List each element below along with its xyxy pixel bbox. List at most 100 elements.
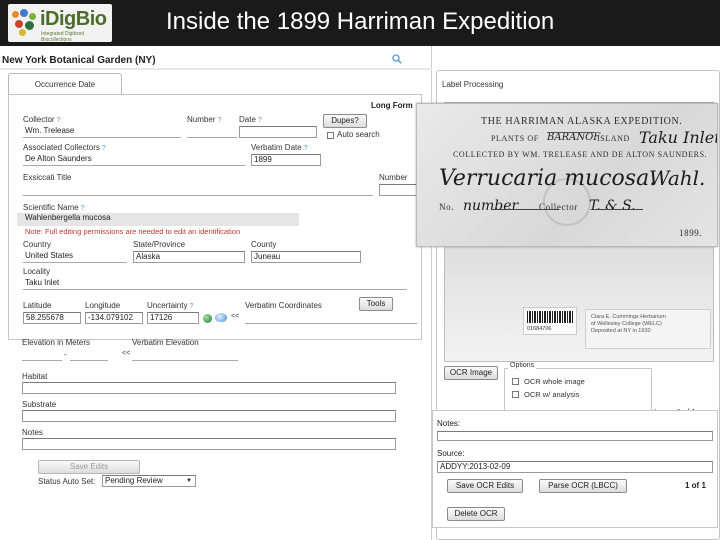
ocr-image-button[interactable]: OCR Image [444, 366, 498, 380]
date-input[interactable] [239, 126, 317, 138]
parse-ocr-button[interactable]: Parse OCR (LBCC) [539, 479, 627, 493]
label-underline [491, 209, 559, 210]
label-underline [547, 132, 595, 133]
notes-input[interactable] [22, 438, 396, 450]
collector-input[interactable]: Wm. Trelease [23, 126, 181, 138]
delete-ocr-button[interactable]: Delete OCR [447, 507, 505, 521]
tools-button[interactable]: Tools [359, 297, 393, 311]
locality-input[interactable]: Taku Inlet [23, 278, 407, 290]
verbatim-coordinates-label: Verbatim Coordinates [245, 301, 322, 310]
specimen-editor: New York Botanical Garden (NY) Occurrenc… [0, 46, 432, 540]
logo-tagline: Integrated Digitized Biocollections [41, 31, 85, 43]
ocr-whole-image-label: OCR whole image [524, 377, 585, 386]
barcode: 01684706 [523, 307, 577, 335]
ocr-whole-image-checkbox[interactable] [512, 378, 519, 385]
state-province-input[interactable]: Alaska [133, 251, 245, 263]
tab-occurrence-date[interactable]: Occurrence Date [8, 73, 122, 95]
number-input[interactable] [187, 126, 237, 138]
uncertainty-input[interactable]: 17126 [147, 312, 199, 324]
herbarium-line1: Clara E. Cummings Herbarium [591, 314, 666, 320]
label-no: No. [439, 202, 455, 212]
latitude-input[interactable]: 58.255678 [23, 312, 81, 324]
label-name-handwritten: Verrucaria mucosa. [439, 166, 657, 191]
ocr-notes-input[interactable] [437, 431, 713, 441]
label-collector: Collector [539, 202, 578, 212]
ocr-analysis-label: OCR w/ analysis [524, 390, 580, 399]
chevron-down-icon: ▼ [186, 478, 192, 484]
slide-title: Inside the 1899 Harriman Expedition [166, 8, 555, 35]
help-icon[interactable]: ? [189, 303, 193, 310]
save-ocr-edits-button[interactable]: Save OCR Edits [447, 479, 523, 493]
help-icon[interactable]: ? [258, 117, 262, 124]
help-icon[interactable]: ? [304, 145, 308, 152]
county-input[interactable]: Juneau [251, 251, 361, 263]
exsiccati-number-input[interactable] [379, 184, 417, 196]
status-select[interactable]: Pending Review ▼ [102, 475, 196, 487]
elevation-max-input[interactable] [70, 349, 108, 361]
country-label: Country [23, 240, 52, 249]
label-collected-by: COLLECTED BY WM. TRELEASE AND DE ALTON S… [453, 150, 708, 159]
idigbio-logo: iDigBio Integrated Digitized Biocollecti… [8, 4, 112, 43]
globe-icon[interactable] [203, 314, 212, 323]
coordinate-expand-link[interactable]: << [231, 313, 239, 320]
latitude-label: Latitude [23, 301, 52, 310]
elevation-expand-link[interactable]: << [122, 350, 130, 357]
label-underline [595, 209, 643, 210]
label-title: THE HARRIMAN ALASKA EXPEDITION. [481, 116, 683, 127]
label-place-handwritten: Taku Inlet [639, 128, 718, 147]
institution-title: New York Botanical Garden (NY) [2, 55, 156, 66]
label-island-suffix: ISLAND [597, 134, 630, 143]
associated-collectors-label: Associated Collectors? [23, 143, 106, 152]
verbatim-date-input[interactable]: 1899 [251, 154, 321, 166]
substrate-input[interactable] [22, 410, 396, 422]
ocr-analysis-checkbox[interactable] [512, 391, 519, 398]
slide-header: iDigBio Integrated Digitized Biocollecti… [0, 0, 720, 46]
help-icon[interactable]: ? [102, 145, 106, 152]
associated-collectors-input[interactable]: De Alton Saunders [23, 154, 245, 166]
misc-fields: Elevation in Meters - << Verbatim Elevat… [8, 338, 422, 540]
help-icon[interactable]: ? [217, 117, 221, 124]
verbatim-coordinates-input[interactable] [245, 312, 417, 324]
elevation-label: Elevation in Meters [22, 338, 91, 347]
verbatim-elevation-input[interactable] [132, 349, 238, 361]
herbarium-line3: Deposited at NY in 1930 [591, 328, 651, 334]
scientific-name-label: Scientific Name? [23, 203, 85, 212]
label-author-handwritten: Wahl. [649, 166, 706, 190]
ocr-source-label: Source: [437, 449, 465, 458]
long-form-link[interactable]: Long Form [371, 101, 413, 110]
dupes-button[interactable]: Dupes? [323, 114, 367, 128]
options-legend: Options [508, 362, 537, 369]
scientific-name-input[interactable]: Wahlenbergella mucosa [23, 213, 303, 225]
help-icon[interactable]: ? [57, 117, 61, 124]
exsiccati-title-input[interactable] [23, 184, 373, 196]
date-label: Date? [239, 115, 262, 124]
ocr-result-panel: Notes: Source: ADDYY:2013-02-09 Save OCR… [432, 410, 718, 528]
locality-label: Locality [23, 267, 51, 276]
status-label: Status Auto Set: [38, 477, 96, 486]
verbatim-elevation-label: Verbatim Elevation [132, 338, 199, 347]
collector-label: Collector? [23, 115, 61, 124]
longitude-input[interactable]: -134.079102 [85, 312, 143, 324]
habitat-label: Habitat [22, 372, 48, 381]
barcode-number: 01684706 [527, 326, 552, 332]
save-edits-button[interactable]: Save Edits [38, 460, 140, 474]
help-icon[interactable]: ? [81, 205, 85, 212]
country-input[interactable]: United States [23, 251, 127, 263]
label-island-handwritten: BARANOF [547, 132, 601, 143]
auto-search-label: Auto search [337, 130, 380, 139]
substrate-label: Substrate [22, 400, 57, 409]
number-label: Number? [187, 115, 222, 124]
notes-label: Notes [22, 428, 43, 437]
ocr-source-input[interactable]: ADDYY:2013-02-09 [437, 461, 713, 473]
search-icon[interactable] [392, 54, 402, 64]
label-plants-of: PLANTS OF [491, 134, 539, 143]
elevation-min-input[interactable] [22, 349, 62, 361]
label-year: 1899. [679, 228, 703, 238]
habitat-input[interactable] [22, 382, 396, 394]
auto-search-checkbox[interactable] [327, 132, 334, 139]
tab-strip [0, 68, 432, 70]
logo-dots-icon [12, 9, 38, 37]
geolocate-icon[interactable] [215, 313, 227, 322]
tab-label-processing[interactable]: Label Processing [442, 80, 503, 89]
status-value: Pending Review [105, 476, 163, 485]
